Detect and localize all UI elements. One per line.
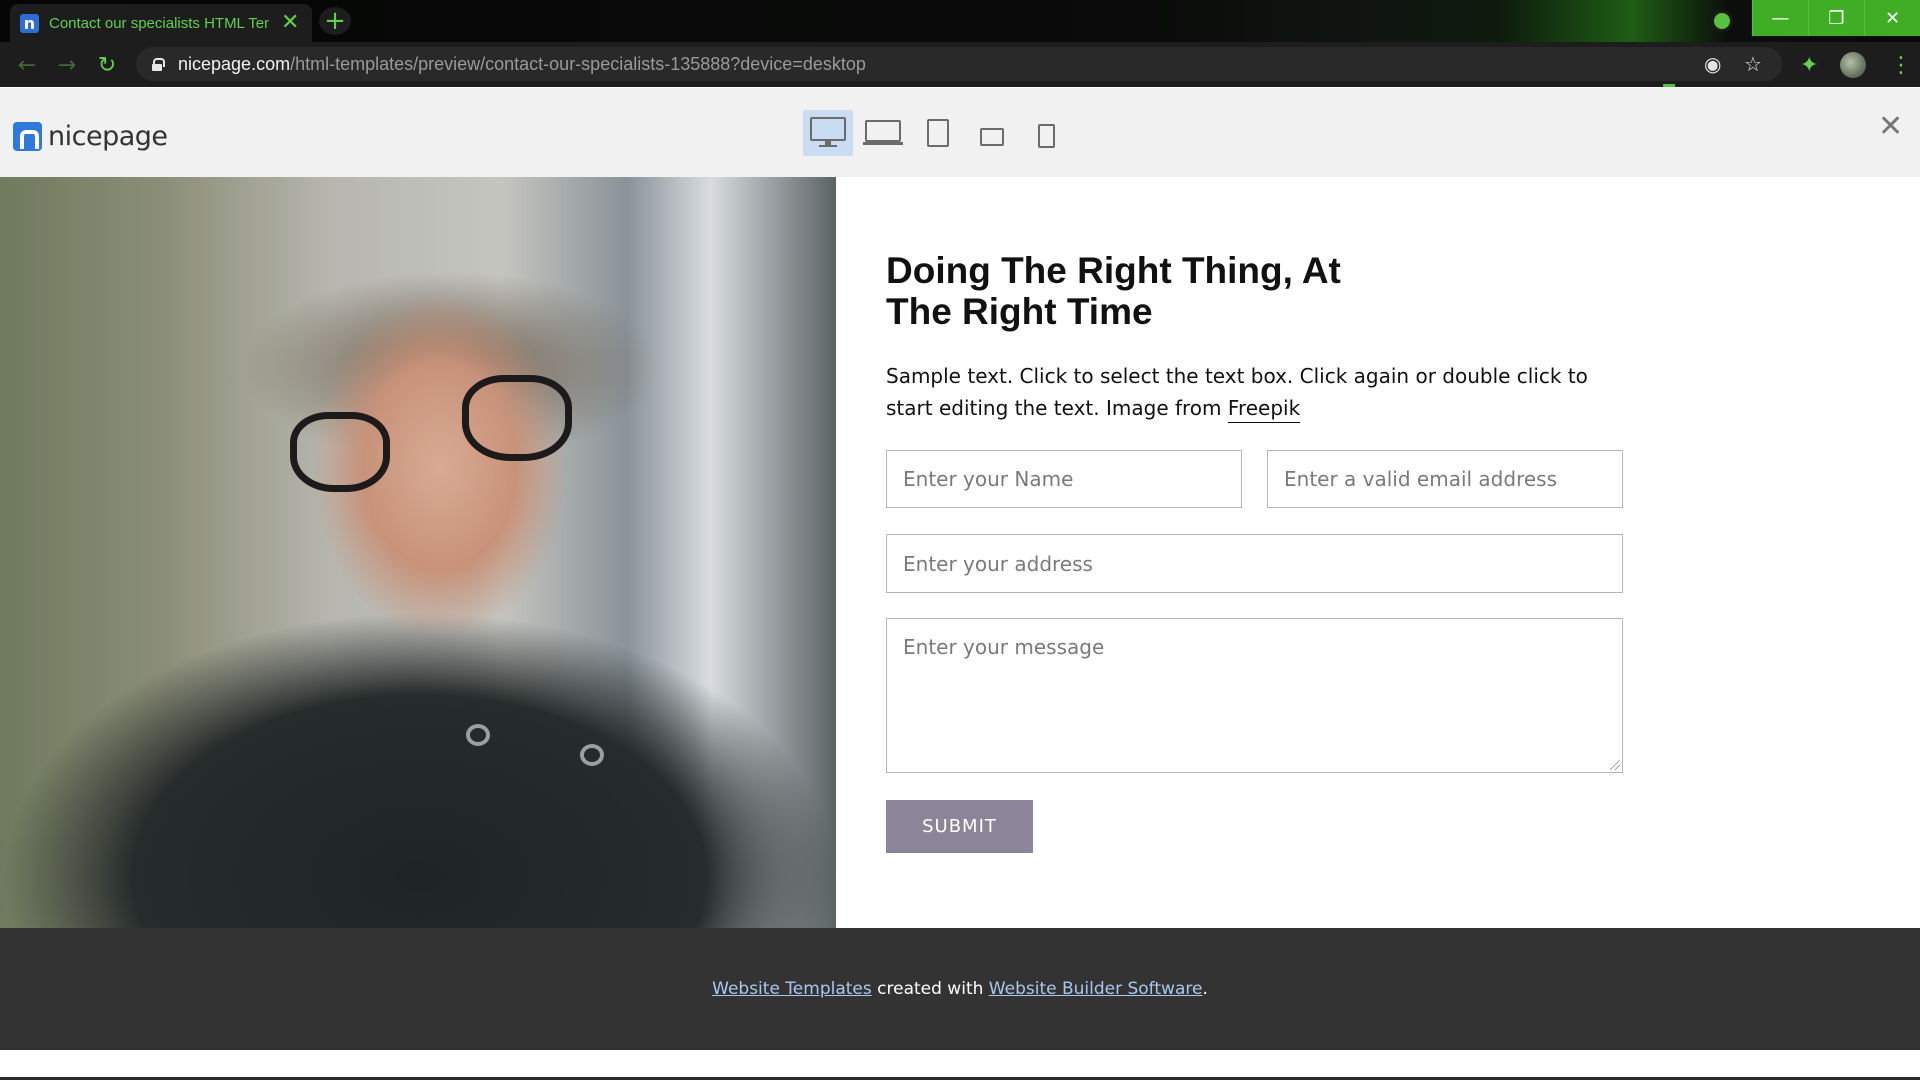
window-close-button[interactable]: ✕ [1864, 0, 1920, 36]
hoodie-grommet [466, 724, 490, 746]
preview-header [0, 88, 1920, 177]
hoodie-grommet [580, 744, 604, 766]
window-controls: — ❐ ✕ [1752, 0, 1920, 36]
extension-shield-icon[interactable] [1711, 10, 1733, 32]
extensions-puzzle-icon[interactable]: ✦ [1800, 50, 1818, 80]
website-builder-link[interactable]: Website Builder Software [989, 979, 1203, 999]
phone-icon [1037, 124, 1055, 148]
tablet-icon [927, 119, 949, 147]
footer-period: . [1202, 979, 1208, 999]
device-laptop-button[interactable] [862, 110, 904, 156]
address-input[interactable]: Enter your address [886, 534, 1623, 593]
tablet-landscape-icon [980, 128, 1004, 146]
device-tablet-button[interactable] [924, 110, 952, 156]
glasses-left-lens [290, 412, 390, 492]
portrait-photo [0, 177, 836, 928]
device-phone-button[interactable] [1034, 110, 1058, 156]
close-preview-icon[interactable]: ✕ [1878, 112, 1903, 142]
message-textarea[interactable]: Enter your message [886, 618, 1623, 773]
restore-button[interactable]: ❐ [1808, 0, 1864, 36]
forward-arrow-icon[interactable]: → [52, 50, 82, 80]
desktop-icon [810, 117, 846, 149]
nicepage-favicon-icon: n [20, 13, 39, 33]
url-path: /html-templates/preview/contact-our-spec… [290, 53, 866, 74]
loading-accent [1663, 84, 1675, 87]
back-arrow-icon[interactable]: ← [12, 50, 42, 80]
tab-title: Contact our specialists HTML Ten [49, 14, 269, 32]
submit-button[interactable]: SUBMIT [886, 800, 1033, 853]
website-templates-link[interactable]: Website Templates [712, 979, 872, 999]
nicepage-logo[interactable]: nicepage [13, 121, 168, 152]
browser-tab-bar: n Contact our specialists HTML Ten ✕ + —… [0, 0, 1920, 42]
email-input[interactable]: Enter a valid email address [1267, 450, 1623, 508]
address-bar[interactable]: nicepage.com /html-templates/preview/con… [136, 47, 1782, 81]
page-bottom [0, 1050, 1920, 1080]
device-tablet-landscape-button[interactable] [978, 110, 1006, 156]
contact-content: Doing The Right Thing, At The Right Time… [886, 250, 1626, 424]
url-host: nicepage.com [178, 53, 291, 74]
description-text: Sample text. Click to select the text bo… [886, 360, 1626, 424]
browser-toolbar: ← → ↻ nicepage.com /html-templates/previ… [0, 42, 1920, 87]
browser-menu-icon[interactable]: ⋮ [1890, 50, 1912, 80]
browser-tab[interactable]: n Contact our specialists HTML Ten ✕ [10, 4, 312, 42]
lock-icon[interactable] [152, 57, 165, 71]
freepik-link[interactable]: Freepik [1227, 396, 1301, 423]
bookmark-star-icon[interactable]: ☆ [1744, 47, 1762, 81]
page-title: Doing The Right Thing, At The Right Time [886, 250, 1341, 332]
minimize-button[interactable]: — [1752, 0, 1808, 36]
tab-close-icon[interactable]: ✕ [281, 12, 299, 34]
new-tab-button[interactable]: + [319, 6, 351, 36]
logo-text: nicepage [48, 121, 168, 152]
device-desktop-button[interactable] [803, 110, 853, 156]
message-placeholder: Enter your message [903, 635, 1105, 659]
reload-icon[interactable]: ↻ [92, 50, 122, 80]
laptop-icon [863, 120, 903, 146]
nicepage-logo-icon [13, 122, 42, 151]
glasses-right-lens [462, 375, 572, 461]
footer: Website Templates created with Website B… [0, 928, 1920, 1050]
eye-slash-icon[interactable]: ◉ [1704, 47, 1721, 81]
resize-handle-icon[interactable] [1610, 760, 1620, 770]
name-input[interactable]: Enter your Name [886, 450, 1242, 508]
footer-middle-text: created with [871, 979, 989, 999]
profile-avatar[interactable] [1840, 52, 1866, 78]
